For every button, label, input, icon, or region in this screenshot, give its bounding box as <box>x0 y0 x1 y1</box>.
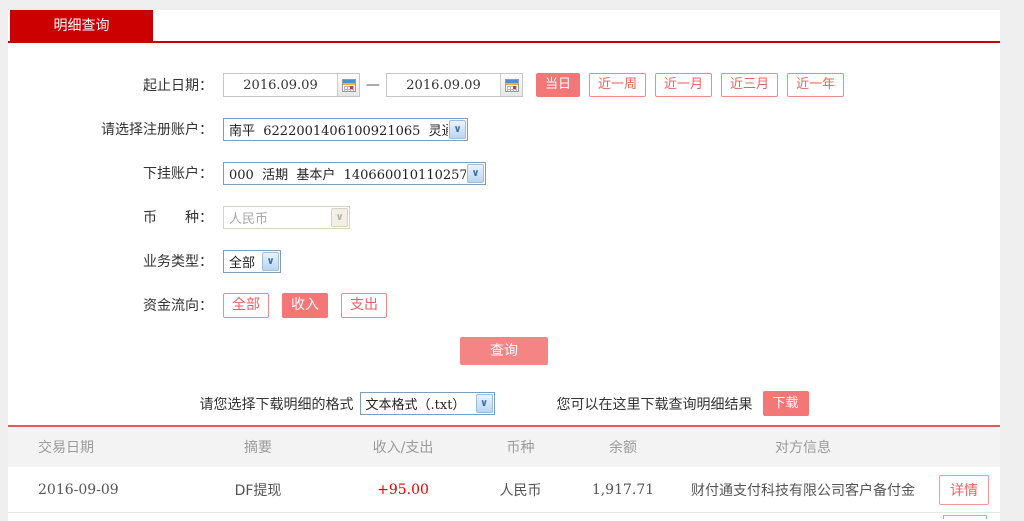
cell-counterparty: 财付通支付科技有限公司客户备付金 <box>678 480 928 500</box>
download-row: 请您选择下载明细的格式 文本格式（.txt） ∨ 您可以在这里下载查询明细结果 … <box>8 391 1000 416</box>
cell-balance: 1,917.71 <box>568 482 678 498</box>
fund-flow-row: 资金流向： 全部 收入 支出 <box>8 293 1000 317</box>
download-hint: 您可以在这里下载查询明细结果 <box>557 394 753 414</box>
detail-button-partial <box>943 515 987 519</box>
table-row: 2016-09-09 DF提现 +95.00 人民币 1,917.71 财付通支… <box>8 467 1000 513</box>
header-balance: 余额 <box>568 437 678 457</box>
cell-trade-date: 2016-09-09 <box>8 482 183 498</box>
fund-flow-expense-button[interactable]: 支出 <box>341 293 387 318</box>
table-row-partial <box>8 513 1000 519</box>
download-format-label: 请您选择下载明细的格式 <box>200 394 354 414</box>
register-account-label: 请选择注册账户： <box>8 119 213 139</box>
sub-account-row: 下挂账户： 000 活期 基本户 1406600101102571848 ∨ <box>8 161 1000 185</box>
query-form: 起止日期： 2016.09.09 — 2016.09.09 <box>8 43 1000 416</box>
start-date-calendar-button[interactable] <box>337 74 359 96</box>
calendar-icon <box>505 79 519 92</box>
chevron-down-icon: ∨ <box>262 252 279 271</box>
register-account-select[interactable]: 南平 6222001406100921065 灵通卡 ∨ <box>223 118 468 141</box>
date-range-row: 起止日期： 2016.09.09 — 2016.09.09 <box>8 73 1000 97</box>
end-date-value: 2016.09.09 <box>387 78 500 93</box>
header-counterparty: 对方信息 <box>678 437 928 457</box>
start-date-value: 2016.09.09 <box>224 78 337 93</box>
business-type-select[interactable]: 全部 ∨ <box>223 250 281 273</box>
quick-range-today-button[interactable]: 当日 <box>536 73 580 97</box>
fund-flow-income-button[interactable]: 收入 <box>282 293 328 318</box>
business-type-row: 业务类型： 全部 ∨ <box>8 249 1000 273</box>
quick-range-quarter-button[interactable]: 近三月 <box>721 73 778 97</box>
currency-select: 人民币 ∨ <box>223 206 350 229</box>
query-button[interactable]: 查询 <box>460 337 548 365</box>
quick-range-month-button[interactable]: 近一月 <box>655 73 712 97</box>
calendar-icon <box>342 79 356 92</box>
register-account-value: 南平 6222001406100921065 灵通卡 <box>229 120 448 139</box>
start-date-input[interactable]: 2016.09.09 <box>223 73 360 97</box>
sub-account-value: 000 活期 基本户 1406600101102571848 <box>229 164 466 183</box>
fund-flow-label: 资金流向： <box>8 295 213 315</box>
cell-summary: DF提现 <box>183 480 333 500</box>
header-trade-date: 交易日期 <box>8 437 183 457</box>
header-summary: 摘要 <box>183 437 333 457</box>
chevron-down-icon: ∨ <box>449 120 466 139</box>
end-date-calendar-button[interactable] <box>500 74 522 96</box>
page: 明细查询 起止日期： 2016.09.09 — 2016.09.09 <box>0 0 1024 521</box>
currency-label: 币 种： <box>8 207 213 227</box>
download-button[interactable]: 下载 <box>763 391 809 416</box>
detail-button[interactable]: 详情 <box>939 475 989 505</box>
sub-account-label: 下挂账户： <box>8 163 213 183</box>
table-header-row: 交易日期 摘要 收入/支出 币种 余额 对方信息 <box>8 427 1000 467</box>
chevron-down-icon: ∨ <box>331 208 348 227</box>
tab-detail-query[interactable]: 明细查询 <box>10 10 153 43</box>
chevron-down-icon: ∨ <box>467 164 484 183</box>
chevron-down-icon: ∨ <box>476 394 493 413</box>
cell-amount: +95.00 <box>333 482 473 498</box>
register-account-row: 请选择注册账户： 南平 6222001406100921065 灵通卡 ∨ <box>8 117 1000 141</box>
currency-value: 人民币 <box>229 208 330 227</box>
cell-currency: 人民币 <box>473 480 568 500</box>
download-format-value: 文本格式（.txt） <box>366 394 475 413</box>
date-separator: — <box>366 77 380 93</box>
tab-bar: 明细查询 <box>8 10 1000 43</box>
currency-row: 币 种： 人民币 ∨ <box>8 205 1000 229</box>
content-panel: 明细查询 起止日期： 2016.09.09 — 2016.09.09 <box>8 10 1000 521</box>
header-income-expense: 收入/支出 <box>333 437 473 457</box>
date-range-label: 起止日期： <box>8 75 213 95</box>
header-currency: 币种 <box>473 437 568 457</box>
end-date-input[interactable]: 2016.09.09 <box>386 73 523 97</box>
fund-flow-all-button[interactable]: 全部 <box>223 293 269 318</box>
business-type-label: 业务类型： <box>8 251 213 271</box>
quick-range-year-button[interactable]: 近一年 <box>787 73 844 97</box>
business-type-value: 全部 <box>229 252 261 271</box>
download-format-select[interactable]: 文本格式（.txt） ∨ <box>360 392 495 415</box>
quick-range-week-button[interactable]: 近一周 <box>589 73 646 97</box>
sub-account-select[interactable]: 000 活期 基本户 1406600101102571848 ∨ <box>223 162 486 185</box>
